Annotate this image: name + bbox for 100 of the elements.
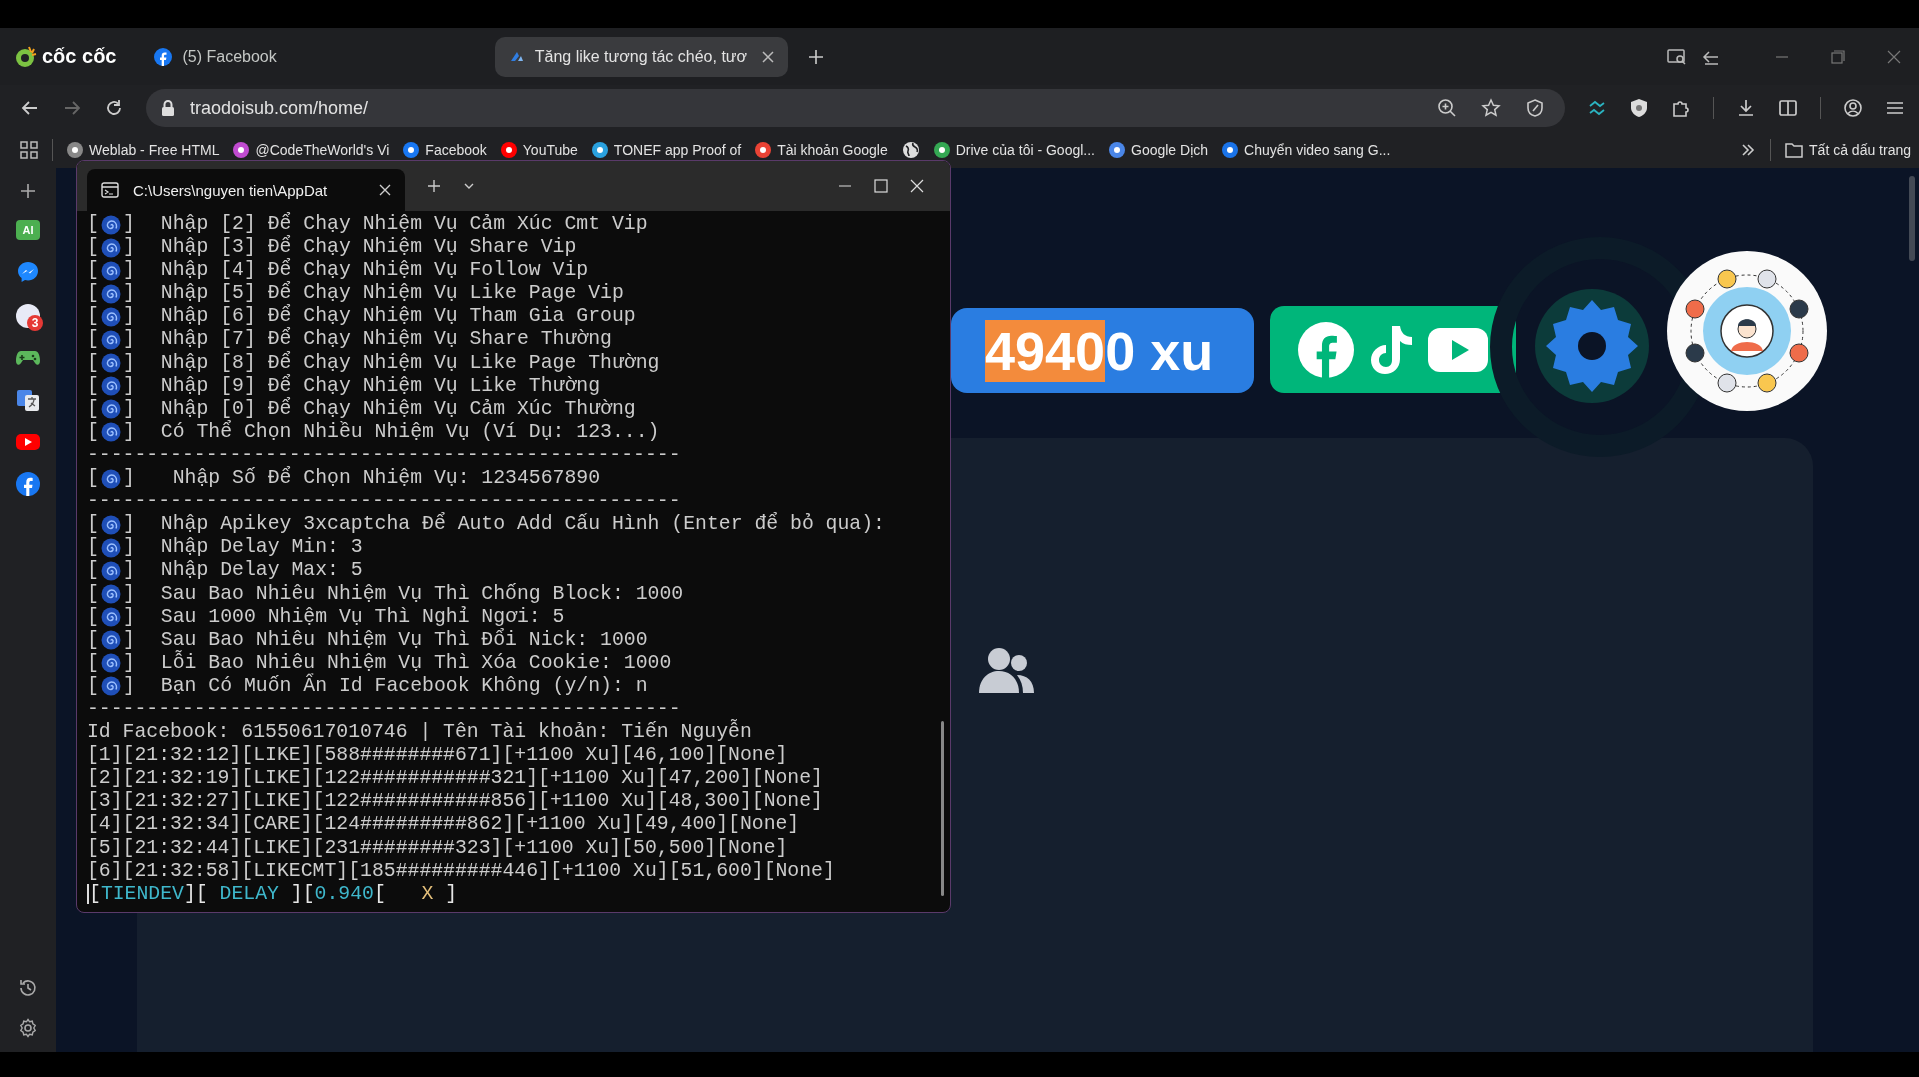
bracket: ] (122, 259, 135, 283)
add-icon[interactable] (19, 182, 37, 200)
bookmark-link[interactable]: Drive của tôi - Googl... (933, 141, 1095, 158)
bracket: ] (122, 467, 135, 491)
facebook-icon[interactable] (16, 472, 40, 496)
tiktok-icon (1368, 323, 1414, 376)
terminal-line: Lỗi Bao Nhiêu Nhiệm Vụ Thì Xóa Cookie: 1000 (160, 651, 672, 674)
bracket: ] (122, 213, 135, 237)
bracket: [ (87, 420, 99, 444)
translate-icon[interactable] (16, 388, 40, 412)
bookmark-link[interactable]: Chuyển video sang G... (1222, 141, 1391, 158)
bracket: [ (87, 536, 99, 560)
bracket: [ (87, 213, 99, 237)
bracket: ] (122, 651, 135, 675)
spiral-icon (100, 399, 121, 420)
bracket: ] (122, 628, 135, 652)
social-button[interactable] (1270, 306, 1516, 393)
terminal-line: [5][21:32:44][LIKE][231########323][+1100 Xu][50,500][None] (87, 836, 788, 860)
browser-tab[interactable]: (5) Facebook (140, 36, 291, 77)
terminal-line: Sau Bao Nhiêu Nhiệm Vụ Thì Đổi Nick: 1000 (160, 628, 648, 651)
bracket: [ (87, 374, 99, 398)
bracket: [ (87, 282, 99, 306)
separator-line: -------------------------------------------------- (87, 443, 681, 466)
terminal-line: Nhập [7] Để Chạy Nhiệm Vụ Share Thường (160, 328, 612, 351)
bracket: [ (87, 559, 99, 583)
spiral-icon (100, 237, 121, 258)
youtube-icon[interactable] (15, 432, 41, 452)
bookmark-link[interactable]: Tài khoản Google (755, 141, 888, 158)
close-icon[interactable] (761, 50, 774, 63)
terminal-tab[interactable]: C:\Users\nguyen tien\AppDat (87, 169, 405, 211)
shield-icon[interactable] (1629, 98, 1649, 118)
spiral-icon (100, 676, 121, 697)
bracket: ] (122, 605, 135, 629)
terminal-line: Id Facebook: 61550617010746 | Tên Tài khoản: Tiến Nguyễn (87, 721, 752, 745)
terminal-line: Có Thể Chọn Nhiều Nhiệm Vụ (Ví Dụ: 123...) (160, 420, 660, 444)
lock-icon (160, 99, 176, 117)
bracket: [ (87, 467, 99, 491)
zoom-icon[interactable] (1437, 98, 1457, 118)
screenshot-icon[interactable] (1667, 47, 1687, 66)
spiral-icon (100, 607, 121, 628)
new-tab-icon[interactable] (427, 179, 441, 193)
facebook-icon (154, 47, 173, 66)
bookmark-link[interactable]: YouTube (500, 141, 578, 158)
terminal-line: Nhập Apikey 3xcaptcha Để Auto Add Cấu Hình (Enter để bỏ qua): (160, 513, 885, 537)
shield-icon[interactable] (1525, 98, 1545, 118)
spiral-icon (100, 422, 121, 443)
chevrons-icon[interactable] (1740, 141, 1757, 158)
spiral-icon (100, 306, 121, 327)
settings-icon[interactable] (1535, 289, 1649, 403)
bracket: ] (122, 374, 135, 398)
address-bar[interactable]: traodoisub.com/home/ (146, 89, 1565, 127)
spiral-icon (100, 630, 121, 651)
bookmark-link[interactable]: Weblab - Free HTML (67, 141, 220, 158)
download-icon[interactable] (1736, 98, 1756, 118)
bracket: [ (87, 259, 99, 283)
terminal-line: [4][21:32:34][CARE][124#########862][+1100 Xu][49,400][None] (87, 813, 800, 837)
gamepad-icon[interactable] (15, 348, 41, 368)
new-tab-icon[interactable] (807, 48, 824, 65)
star-icon[interactable] (1481, 98, 1501, 118)
bookmark-link[interactable]: Facebook (403, 141, 487, 158)
site-icon (933, 141, 950, 158)
all-bookmarks-link[interactable]: Tất cả dấu trang (1785, 141, 1911, 158)
bracket: ] (122, 536, 135, 560)
spiral-icon (100, 584, 121, 605)
site-icon (500, 141, 517, 158)
site-icon (591, 141, 608, 158)
terminal-line: Nhập [5] Để Chạy Nhiệm Vụ Like Page Vip (160, 282, 624, 305)
bookmark-link[interactable]: @CodeTheWorld's Vi (233, 141, 390, 158)
site-icon (403, 141, 420, 158)
profile-icon[interactable] (1843, 98, 1863, 118)
chat-app-icon[interactable]: 3 (16, 304, 40, 328)
terminal-line: Nhập Delay Min: 3 (160, 536, 363, 560)
folder-icon (1785, 141, 1804, 158)
browser-tab[interactable]: Tăng like tương tác chéo, tươ (494, 36, 788, 77)
puzzle-icon[interactable] (1671, 98, 1691, 118)
site-icon (1109, 141, 1125, 158)
terminal-line: Nhập Delay Max: 5 (160, 559, 363, 583)
terminal-line: [2][21:32:19][LIKE][122###########321][+1100 Xu][47,200][None] (87, 767, 823, 791)
history-icon[interactable] (18, 978, 38, 998)
brand-logo-icon (14, 44, 38, 69)
bookmark-link[interactable]: TONEF app Proof of (591, 141, 742, 158)
balance-button[interactable]: 49400 xu (951, 308, 1254, 393)
close-icon[interactable] (379, 184, 391, 196)
reload-icon[interactable] (104, 98, 124, 118)
spiral-icon (100, 376, 121, 397)
terminal-line: Sau Bao Nhiêu Nhiệm Vụ Thì Chống Block: 1000 (160, 582, 684, 606)
spiral-icon (100, 214, 121, 235)
bookmark-link[interactable]: Google Dịch (1109, 141, 1209, 158)
swap-icon[interactable] (1587, 98, 1607, 118)
restore-icon[interactable] (1831, 49, 1845, 64)
scrollbar-thumb[interactable] (1909, 176, 1915, 261)
bracket: ] (122, 282, 135, 306)
split-view-icon[interactable] (1778, 98, 1798, 118)
maximize-icon[interactable] (874, 179, 888, 193)
globe-icon[interactable] (901, 140, 920, 159)
scrollbar-thumb[interactable] (941, 721, 944, 896)
text-cursor (87, 884, 89, 905)
settings-icon[interactable] (18, 1018, 38, 1038)
apps-icon[interactable] (20, 140, 38, 159)
chat-bubble-icon[interactable] (16, 260, 40, 284)
